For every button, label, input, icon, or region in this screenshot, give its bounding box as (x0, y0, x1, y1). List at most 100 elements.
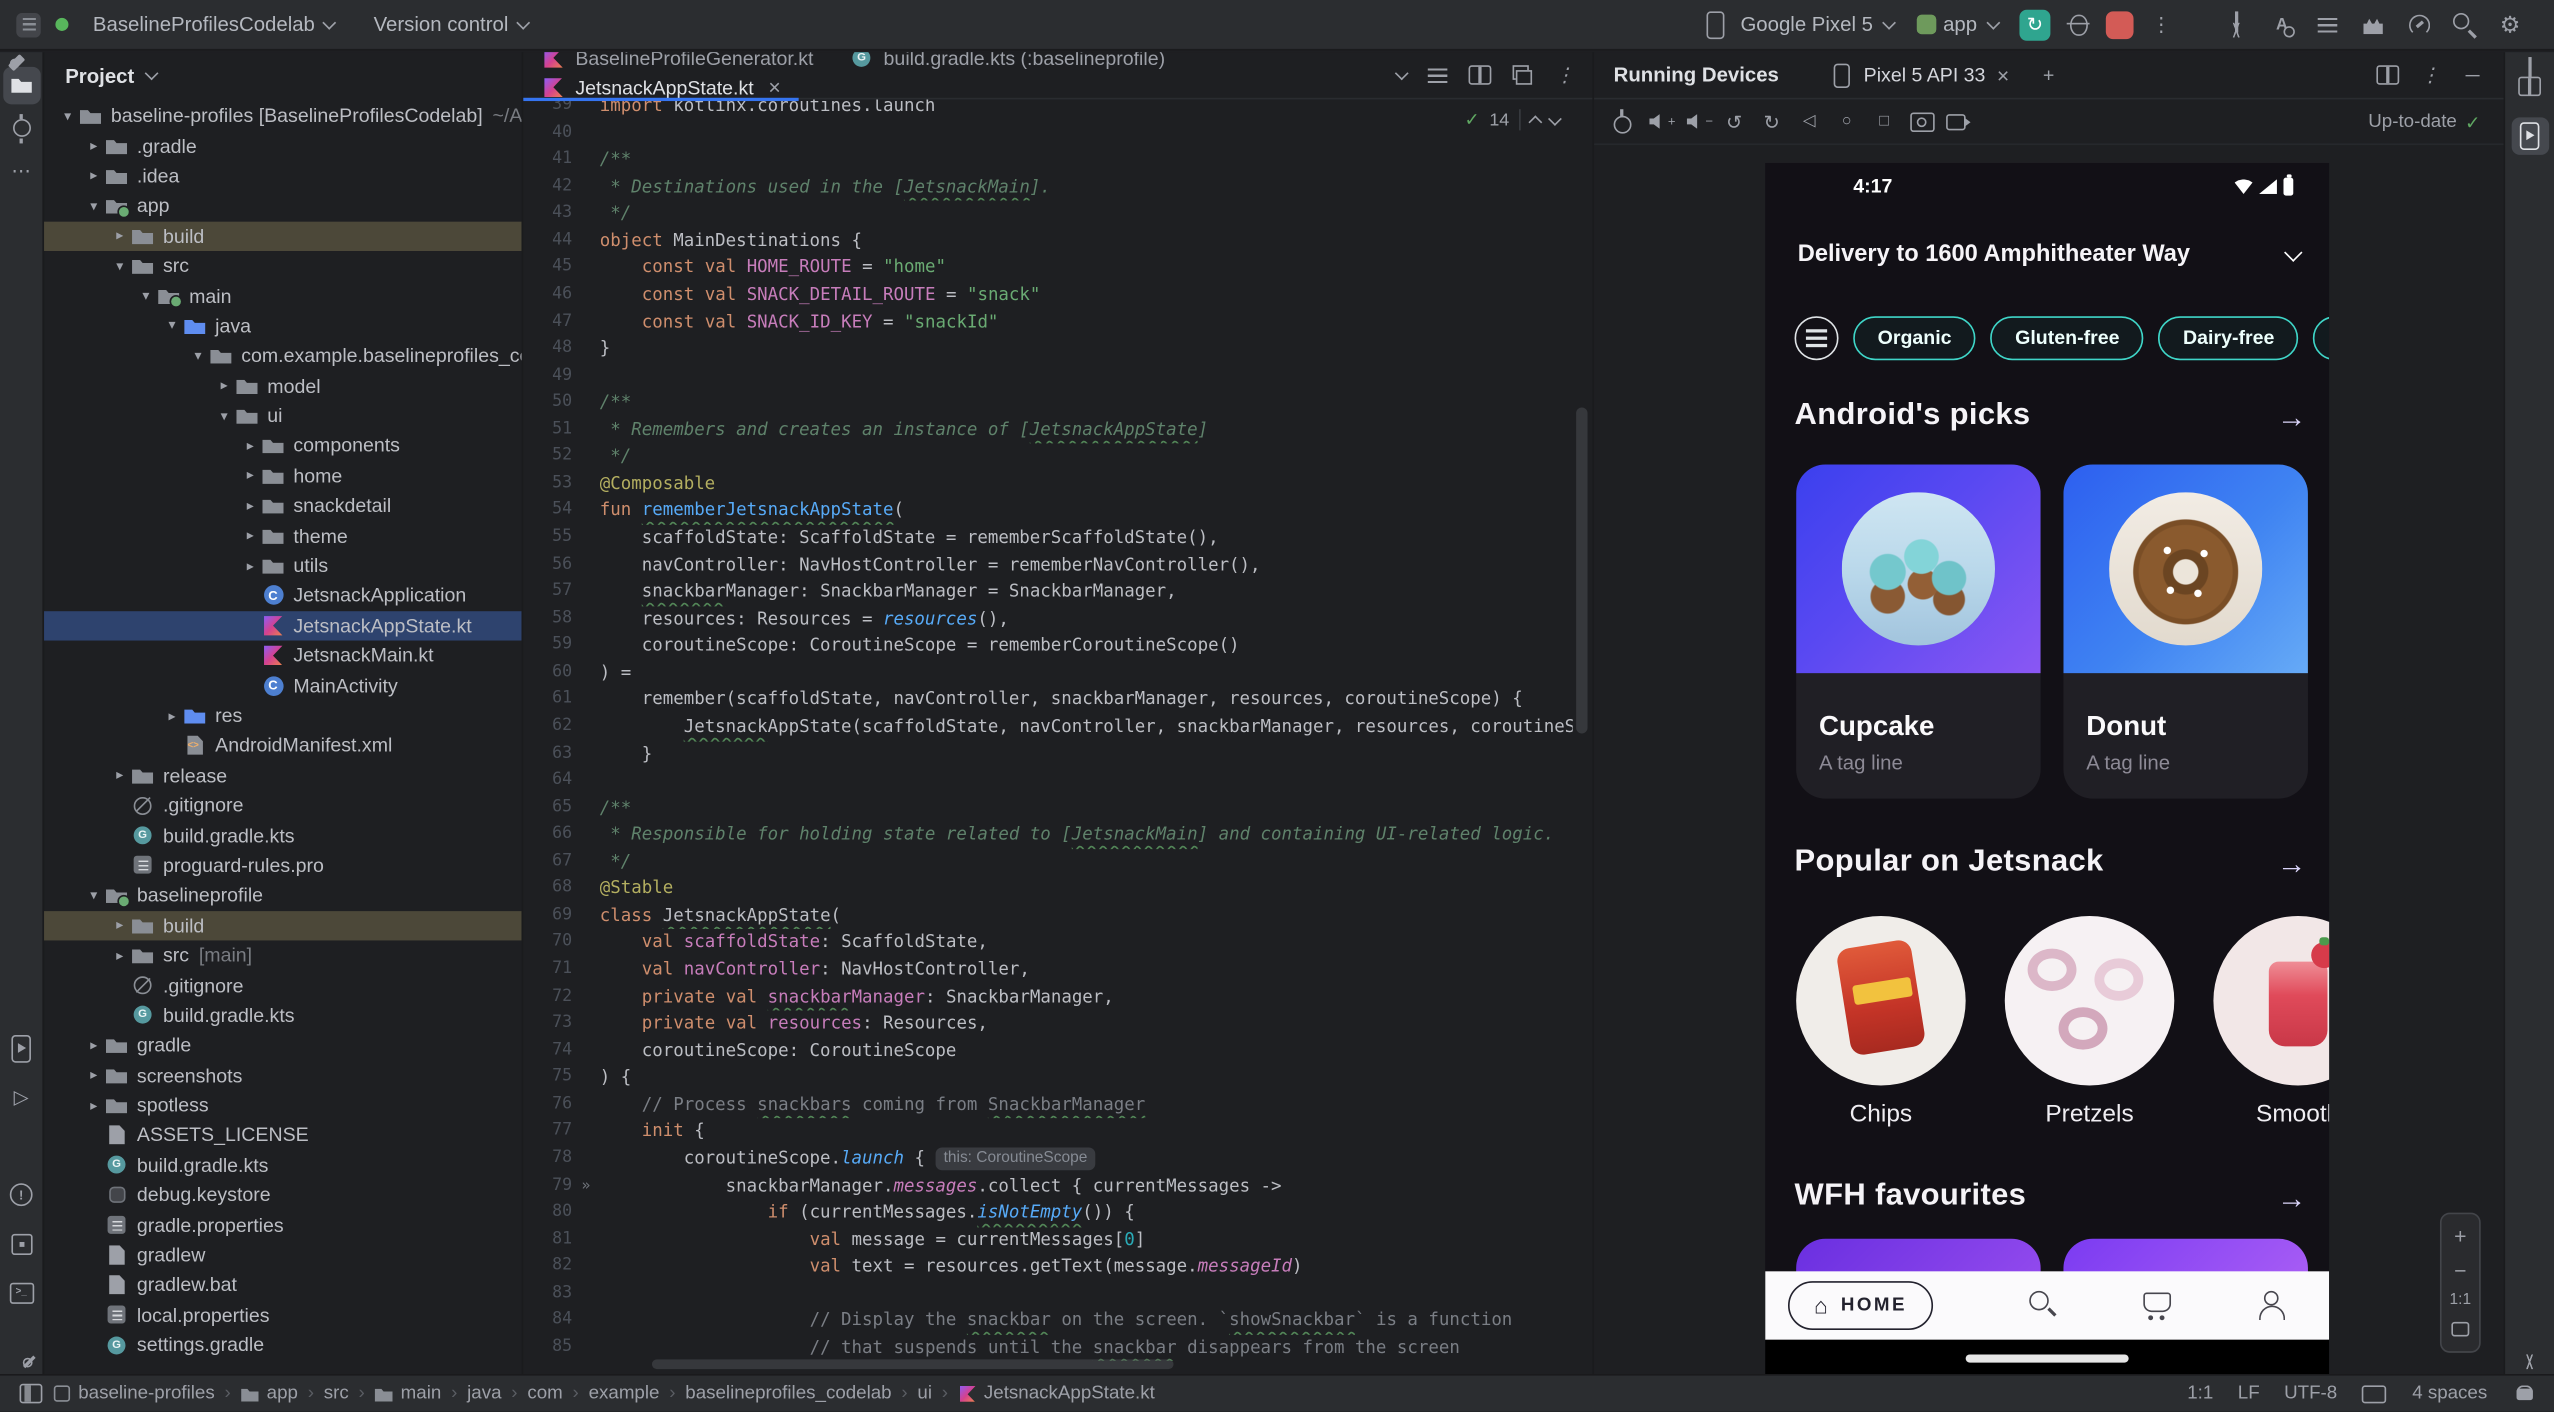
cart-icon[interactable] (2137, 1286, 2176, 1325)
tree-chevron-icon[interactable]: ▾ (161, 317, 182, 335)
tree-chevron-icon[interactable]: ▾ (135, 287, 156, 305)
zoom-fit-button[interactable] (2445, 1316, 2476, 1344)
tree-chevron-icon[interactable]: ▸ (83, 1066, 104, 1084)
snack-circle-item[interactable]: Smooth (2213, 916, 2330, 1128)
project-tree-item[interactable]: JetsnackApplication (44, 581, 522, 611)
cursor-position[interactable]: 1:1 (2187, 1384, 2213, 1404)
running-devices-icon[interactable] (2510, 116, 2549, 155)
project-tree-item[interactable]: ▾ app (44, 191, 522, 221)
running-devices-icon[interactable] (2, 1030, 39, 1067)
filter-chip[interactable]: Organic (1853, 315, 1977, 360)
horizontal-scrollbar[interactable] (651, 1359, 1174, 1370)
todo-list-icon[interactable] (2310, 7, 2346, 43)
home-icon[interactable]: ○ (1829, 103, 1865, 139)
tree-chevron-icon[interactable]: ▸ (240, 497, 261, 515)
project-tree-item[interactable]: ▸ gradle (44, 1030, 522, 1060)
main-menu-icon[interactable] (16, 12, 41, 37)
filter-icon[interactable] (1794, 315, 1839, 360)
project-icon[interactable] (2, 66, 40, 104)
device-tab[interactable]: Pixel 5 API 33 × (1818, 52, 2021, 98)
rotate-right-icon[interactable]: ↻ (1754, 103, 1790, 139)
more-icon[interactable]: ⋮ (1547, 57, 1583, 93)
settings-icon[interactable]: ⚙ (2492, 7, 2528, 43)
project-tree-item[interactable]: build.gradle.kts (44, 1150, 522, 1180)
stop-button[interactable] (2105, 10, 2134, 39)
profile-icon[interactable] (2251, 1286, 2290, 1325)
device-manager-icon[interactable] (2218, 7, 2254, 43)
build-icon[interactable] (2, 1128, 39, 1165)
project-tree-item[interactable]: ▸ .gradle (44, 131, 522, 161)
tree-chevron-icon[interactable]: ▾ (109, 257, 130, 275)
project-tree-item[interactable]: ▸ spotless (44, 1090, 522, 1120)
tree-chevron-icon[interactable]: ▸ (240, 437, 261, 455)
project-tree-item[interactable]: ▸ theme (44, 521, 522, 551)
tree-chevron-icon[interactable]: ▾ (57, 107, 78, 125)
inspections-widget[interactable]: ✓ 14 (1465, 109, 1562, 131)
next-problem-icon[interactable] (1548, 111, 1562, 126)
version-control-icon[interactable] (2, 1323, 39, 1360)
terminal-icon[interactable] (2, 1274, 39, 1311)
project-tree-item[interactable]: gradle.properties (44, 1210, 522, 1240)
project-tree-item[interactable]: settings.gradle (44, 1330, 522, 1360)
close-icon[interactable]: × (1997, 63, 2009, 87)
vcs-menu[interactable]: Version control (364, 8, 543, 41)
project-tree-item[interactable]: ▸ release (44, 761, 522, 791)
project-tree-item[interactable]: ▸ .idea (44, 161, 522, 191)
project-tree-item[interactable]: MainActivity (44, 671, 522, 701)
volume-down-icon[interactable] (1679, 103, 1715, 139)
project-tree-item[interactable]: local.properties (44, 1300, 522, 1330)
project-tree-item[interactable]: ▸ build (44, 220, 522, 251)
project-tree-item[interactable]: ▸ src [main] (44, 940, 522, 970)
device-manager-icon[interactable] (2511, 165, 2548, 202)
project-tree-item[interactable]: JetsnackAppState.kt (44, 610, 522, 641)
nav-home-button[interactable]: ⌂ HOME (1788, 1281, 1934, 1330)
problems-icon[interactable] (2, 1177, 39, 1214)
run-config-selector[interactable]: app (1910, 13, 2009, 36)
project-tree-item[interactable]: ▾ src (44, 251, 522, 281)
editor-tab[interactable]: BaselineProfileGenerator.kt (523, 52, 831, 70)
search-icon[interactable] (2023, 1286, 2062, 1325)
breadcrumb-item[interactable]: java (467, 1384, 501, 1404)
tree-chevron-icon[interactable]: ▸ (83, 167, 104, 185)
tree-chevron-icon[interactable]: ▸ (161, 707, 182, 725)
more-actions-icon[interactable]: ⋮ (2143, 7, 2179, 43)
vertical-scrollbar[interactable] (1576, 407, 1588, 734)
breadcrumb-item[interactable]: app (241, 1384, 298, 1404)
project-tree-item[interactable]: ▾ baseline-profiles [BaselineProfilesCode… (44, 101, 521, 131)
editor-tab[interactable]: JetsnackAppState.kt × (523, 75, 799, 102)
file-encoding[interactable]: UTF-8 (2284, 1384, 2337, 1404)
split-icon[interactable] (2370, 57, 2406, 93)
tree-chevron-icon[interactable]: ▸ (214, 377, 235, 395)
profiler-icon[interactable] (2401, 7, 2437, 43)
chevron-down-icon[interactable] (142, 66, 162, 86)
back-icon[interactable]: ◁ (1791, 103, 1827, 139)
delivery-selector[interactable]: Delivery to 1600 Amphitheater Way (1798, 241, 2303, 267)
hide-icon[interactable]: ─ (2455, 57, 2491, 93)
detach-editor-icon[interactable] (1504, 57, 1540, 93)
run-icon[interactable]: ▷ (2, 1079, 39, 1116)
breadcrumb-item[interactable]: JetsnackAppState.kt (958, 1384, 1155, 1404)
project-tree-item[interactable]: ▸ home (44, 461, 522, 491)
section-arrow-icon[interactable]: → (2277, 1182, 2306, 1216)
project-tree-item[interactable]: debug.keystore (44, 1180, 522, 1210)
tree-chevron-icon[interactable]: ▸ (83, 1036, 104, 1054)
record-icon[interactable] (1941, 103, 1977, 139)
tree-chevron-icon[interactable]: ▸ (109, 767, 130, 785)
breadcrumb-item[interactable]: baselineprofiles_codelab (685, 1384, 891, 1404)
project-tree-item[interactable]: ▸ build (44, 910, 522, 941)
tree-chevron-icon[interactable]: ▸ (109, 227, 130, 245)
snack-circle-item[interactable]: Pretzels (2004, 916, 2175, 1128)
filter-chip[interactable] (2313, 315, 2330, 360)
emulator-screen[interactable]: 4:17 Delivery to 1600 Amphitheater Way O… (1765, 162, 2330, 1375)
breadcrumb-item[interactable]: src (324, 1384, 349, 1404)
recent-files-icon[interactable] (1420, 57, 1456, 93)
rotate-left-icon[interactable]: ↺ (1716, 103, 1752, 139)
project-tree-item[interactable]: ▾ main (44, 281, 522, 311)
project-tree-item[interactable]: build.gradle.kts (44, 820, 522, 850)
logcat-icon[interactable] (2355, 7, 2391, 43)
tree-chevron-icon[interactable]: ▾ (187, 347, 208, 365)
more-tools-icon[interactable]: ⋯ (2, 152, 39, 189)
project-tree-item[interactable]: AndroidManifest.xml (44, 731, 522, 761)
breadcrumb-item[interactable]: baseline-profiles (52, 1384, 215, 1404)
filter-chip[interactable]: Gluten-free (1990, 315, 2144, 360)
